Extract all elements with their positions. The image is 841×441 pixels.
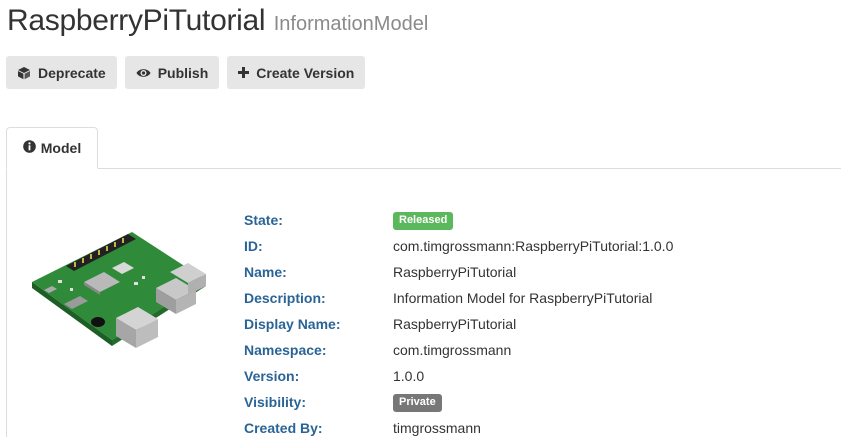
namespace-value: com.timgrossmann [393, 342, 512, 358]
deprecate-button[interactable]: Deprecate [6, 56, 117, 89]
description-value: Information Model for RaspberryPiTutoria… [393, 290, 653, 306]
model-type-subtitle: InformationModel [273, 13, 429, 35]
created-by-label: Created By: [244, 420, 323, 436]
deprecate-label: Deprecate [38, 64, 106, 81]
plus-icon [238, 67, 250, 78]
detail-row-state: State: Released [244, 207, 673, 233]
visibility-badge: Private [393, 394, 442, 412]
visibility-label: Visibility: [244, 394, 306, 410]
model-name-heading: RaspberryPiTutorial [7, 4, 266, 37]
page-title: RaspberryPiTutorial InformationModel [7, 4, 428, 38]
display-name-label: Display Name: [244, 316, 341, 332]
panel-border [6, 169, 7, 437]
id-label: ID: [244, 238, 263, 254]
description-label: Description: [244, 290, 326, 306]
action-toolbar: Deprecate Publish Create Version [6, 56, 366, 89]
detail-row-display-name: Display Name: RaspberryPiTutorial [244, 311, 673, 337]
detail-row-visibility: Visibility: Private [244, 389, 673, 415]
name-label: Name: [244, 264, 287, 280]
detail-row-id: ID: com.timgrossmann:RaspberryPiTutorial… [244, 233, 673, 259]
publish-label: Publish [157, 64, 209, 81]
create-version-button[interactable]: Create Version [227, 56, 366, 89]
detail-row-namespace: Namespace: com.timgrossmann [244, 337, 673, 363]
tabs-divider [6, 168, 841, 169]
model-details: State: Released ID: com.timgrossmann:Ras… [244, 207, 673, 441]
detail-row-description: Description: Information Model for Raspb… [244, 285, 673, 311]
name-value: RaspberryPiTutorial [393, 264, 517, 280]
raspberry-pi-image [24, 222, 214, 362]
cube-icon [17, 66, 31, 80]
state-badge: Released [393, 212, 454, 230]
display-name-value: RaspberryPiTutorial [393, 316, 517, 332]
eye-icon [136, 67, 151, 79]
detail-row-created-by: Created By: timgrossmann [244, 415, 673, 441]
tab-model-label: Model [40, 140, 82, 156]
namespace-label: Namespace: [244, 342, 327, 358]
created-by-value: timgrossmann [393, 420, 481, 436]
version-label: Version: [244, 368, 300, 384]
detail-row-name: Name: RaspberryPiTutorial [244, 259, 673, 285]
version-value: 1.0.0 [393, 368, 425, 384]
publish-button[interactable]: Publish [124, 56, 220, 89]
tab-model[interactable]: Model [6, 127, 98, 169]
id-value: com.timgrossmann:RaspberryPiTutorial:1.0… [393, 238, 674, 254]
detail-row-version: Version: 1.0.0 [244, 363, 673, 389]
create-version-label: Create Version [256, 64, 355, 81]
state-label: State: [244, 212, 283, 228]
info-circle-icon [22, 140, 36, 156]
